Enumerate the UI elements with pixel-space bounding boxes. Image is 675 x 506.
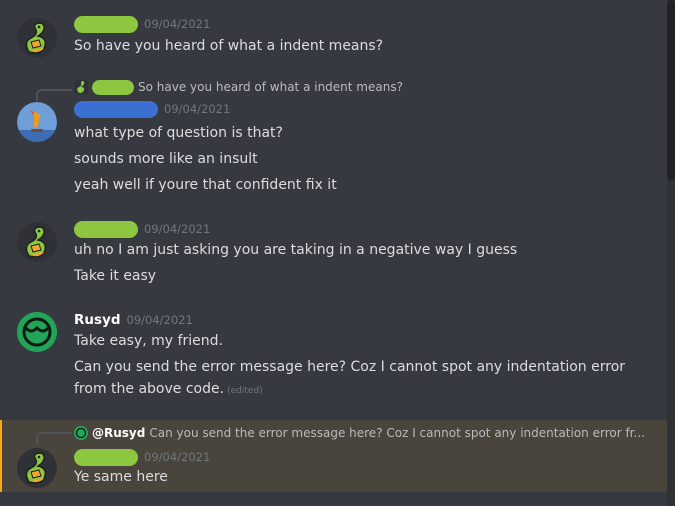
message-text: sounds more like an insult [74, 151, 258, 167]
timestamp: 09/04/2021 [126, 313, 193, 327]
snake-avatar-icon[interactable] [17, 18, 57, 58]
message-text: So have you heard of what a indent means… [74, 38, 384, 54]
rusyd-avatar-icon [74, 426, 88, 440]
timestamp: 09/04/2021 [144, 222, 211, 236]
scrollbar-thumb[interactable] [667, 0, 675, 180]
message-text-fragment: from the above code. [74, 381, 225, 397]
message-header: Rusyd 09/04/2021 [74, 310, 193, 330]
message-text: Can you send the error message here? Coz… [74, 359, 626, 375]
message-text: Take easy, my friend. [74, 333, 223, 349]
reply-text: So have you heard of what a indent means… [138, 80, 403, 94]
rusyd-avatar-icon[interactable] [17, 312, 57, 352]
redacted-username[interactable] [92, 79, 134, 95]
message-header: 09/04/2021 [74, 14, 210, 34]
message-header: 09/04/2021 [74, 219, 210, 239]
edited-indicator[interactable]: (edited) [227, 386, 263, 396]
message-text: from the above code. (edited) [74, 381, 263, 397]
redacted-username[interactable] [74, 220, 138, 238]
message-text: yeah well if youre that confident fix it [74, 177, 337, 193]
message-header: 09/04/2021 [74, 99, 230, 119]
timestamp: 09/04/2021 [164, 102, 231, 116]
snake-avatar-icon[interactable] [17, 448, 57, 488]
reply-text: Can you send the error message here? Coz… [149, 426, 645, 440]
snake-avatar-icon [74, 80, 88, 94]
scrollbar-track[interactable] [667, 0, 675, 506]
reply-connector [36, 89, 72, 101]
message-text: Take it easy [74, 268, 157, 284]
message-group: So have you heard of what a indent means… [0, 76, 668, 200]
message-group: Rusyd 09/04/2021 Take easy, my friend. C… [0, 304, 668, 408]
reply-connector [36, 432, 72, 444]
bird-avatar-icon[interactable] [17, 102, 57, 142]
message-group: 09/04/2021 uh no I am just asking you ar… [0, 214, 668, 290]
redacted-username[interactable] [74, 448, 138, 466]
redacted-username[interactable] [74, 100, 158, 118]
reply-preview[interactable]: So have you heard of what a indent means… [74, 78, 403, 96]
message-text: Ye same here [74, 469, 168, 485]
timestamp: 09/04/2021 [144, 17, 211, 31]
message-text: uh no I am just asking you are taking in… [74, 242, 518, 258]
message-group-mentioned: @Rusyd Can you send the error message he… [0, 420, 670, 492]
message-group: 09/04/2021 So have you heard of what a i… [0, 8, 668, 64]
snake-avatar-icon[interactable] [17, 222, 57, 262]
timestamp: 09/04/2021 [144, 450, 211, 464]
username[interactable]: Rusyd [74, 312, 121, 328]
reply-preview[interactable]: @Rusyd Can you send the error message he… [74, 424, 645, 442]
reply-mention[interactable]: @Rusyd [92, 426, 145, 440]
message-header: 09/04/2021 [74, 447, 210, 467]
message-text: what type of question is that? [74, 125, 283, 141]
redacted-username[interactable] [74, 15, 138, 33]
chat-message-list[interactable]: 09/04/2021 So have you heard of what a i… [0, 0, 675, 506]
